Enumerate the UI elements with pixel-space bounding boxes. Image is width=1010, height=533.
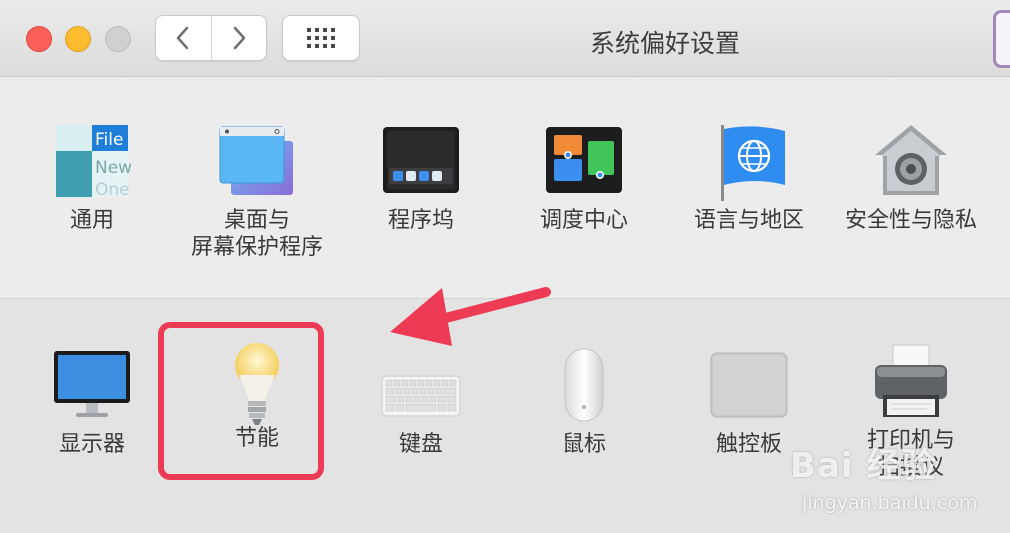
- dock-icon: [383, 127, 459, 193]
- pref-mouse[interactable]: 鼠标: [509, 347, 659, 458]
- search-field[interactable]: [993, 10, 1010, 68]
- grid-icon: [307, 28, 335, 48]
- printer-icon: [875, 344, 947, 417]
- pref-desktop-label: 桌面与 屏幕保护程序: [190, 208, 323, 260]
- window-title: 系统偏好设置: [589, 29, 740, 58]
- mission-control-icon: [546, 127, 622, 193]
- watermark-brand: Bai 经验: [790, 446, 937, 486]
- watermark: Bai 经验 jingyan.baidu.com: [770, 420, 1010, 532]
- trackpad-icon: [710, 352, 788, 418]
- pref-mouse-label: 鼠标: [561, 432, 606, 457]
- navigation-buttons: [155, 15, 267, 61]
- pref-general[interactable]: File New One 通用: [17, 123, 167, 234]
- pref-mission-control-label: 调度中心: [539, 208, 628, 233]
- preferences-row-1: File New One 通用 桌面与 屏幕保护程序 程序坞 调度中心 语言与地…: [0, 77, 1010, 297]
- desktop-screensaver-icon: [219, 126, 293, 195]
- window-titlebar: 系统偏好设置: [0, 0, 1010, 77]
- chevron-left-icon: [177, 26, 189, 50]
- show-all-button[interactable]: [282, 15, 360, 61]
- pref-security-label: 安全性与隐私: [844, 208, 977, 233]
- highlight-box: [158, 322, 324, 480]
- minimize-window-button[interactable]: [65, 26, 91, 52]
- svg-text:File: File: [95, 130, 123, 150]
- svg-text:One: One: [95, 180, 130, 200]
- zoom-window-button[interactable]: [105, 26, 131, 52]
- pref-keyboard[interactable]: 键盘: [346, 347, 496, 458]
- pref-mission-control[interactable]: 调度中心: [509, 123, 659, 234]
- pref-security-privacy[interactable]: 安全性与隐私: [836, 123, 986, 234]
- back-button[interactable]: [156, 16, 211, 60]
- pref-language-region[interactable]: 语言与地区: [674, 123, 824, 234]
- watermark-url: jingyan.baidu.com: [802, 492, 978, 514]
- pref-dock[interactable]: 程序坞: [346, 123, 496, 234]
- pref-desktop-screensaver[interactable]: 桌面与 屏幕保护程序: [182, 123, 332, 261]
- close-window-button[interactable]: [26, 26, 52, 52]
- chevron-right-icon: [233, 26, 245, 50]
- pref-displays[interactable]: 显示器: [17, 347, 167, 458]
- display-icon: [54, 351, 130, 417]
- pref-displays-label: 显示器: [58, 432, 125, 457]
- annotation-arrow-icon: [390, 287, 551, 346]
- svg-text:New: New: [95, 158, 132, 178]
- general-icon: File New One: [56, 125, 132, 200]
- language-region-icon: [721, 125, 785, 201]
- pref-language-label: 语言与地区: [693, 208, 804, 233]
- pref-dock-label: 程序坞: [387, 208, 454, 233]
- security-privacy-icon: [875, 125, 947, 195]
- pref-general-label: 通用: [69, 208, 114, 233]
- forward-button[interactable]: [210, 16, 267, 60]
- pref-keyboard-label: 键盘: [398, 432, 443, 457]
